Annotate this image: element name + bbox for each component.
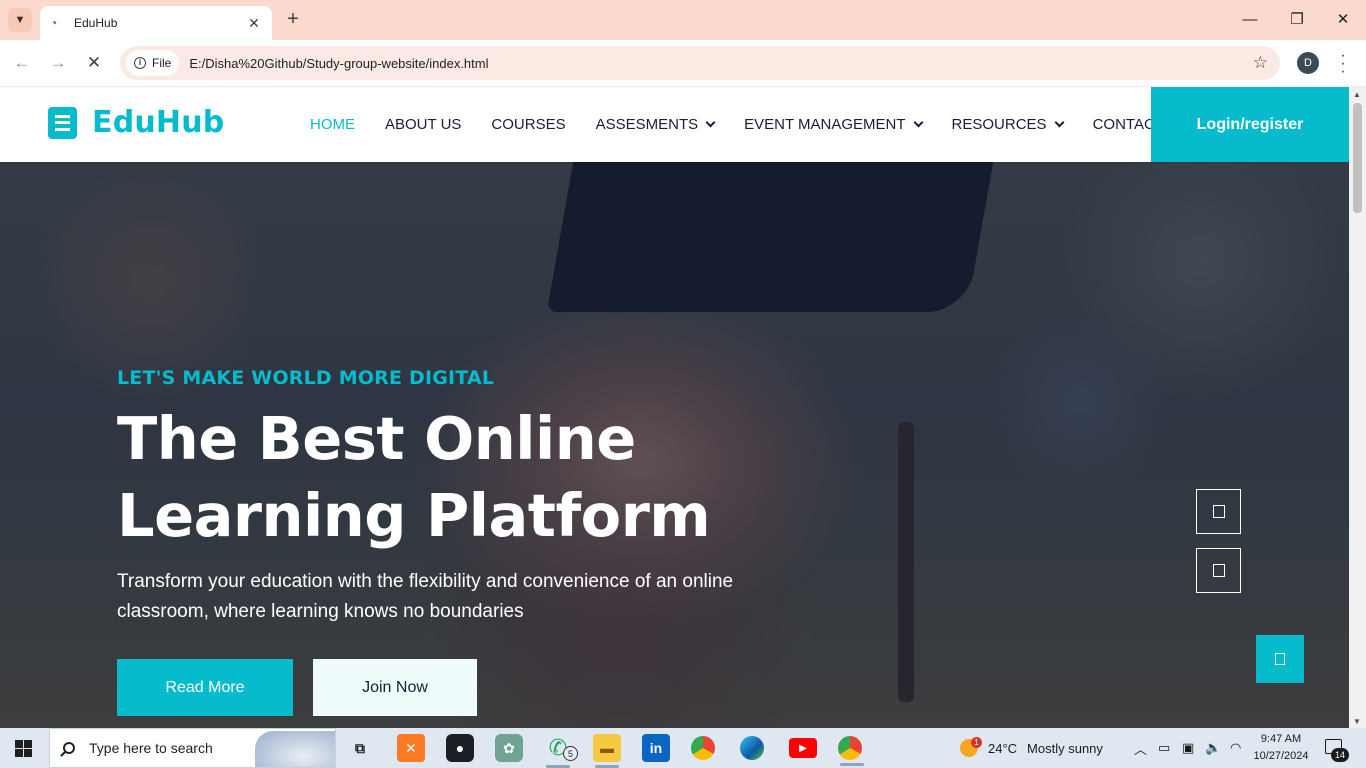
join-now-button[interactable]: Join Now <box>313 659 477 716</box>
hero-subtext: Transform your education with the flexib… <box>117 571 734 622</box>
notification-count: 14 <box>1331 748 1349 762</box>
brand-logo[interactable]: EduHub <box>48 105 224 140</box>
book-icon <box>48 106 77 139</box>
page-viewport: EduHub HOME ABOUT US COURSES ASSESMENTS … <box>0 87 1349 728</box>
taskbar-search[interactable]: Type here to search <box>49 728 336 768</box>
tab-search-button[interactable]: ▼ <box>8 8 32 32</box>
chrome-profile-icon[interactable] <box>838 736 864 766</box>
back-to-top-button[interactable] <box>1256 635 1304 683</box>
window-close-button[interactable]: ✕ <box>1323 8 1363 32</box>
wifi-icon[interactable]: ◠ <box>1230 728 1241 768</box>
profile-avatar[interactable]: D <box>1297 52 1319 74</box>
page-scrollbar[interactable]: ▲ ▼ <box>1349 87 1366 728</box>
weather-text: Mostly sunny <box>1027 740 1103 756</box>
nav-resources[interactable]: RESOURCES <box>952 116 1065 133</box>
site-info-label: File <box>152 56 172 70</box>
weather-badge: 1 <box>971 737 982 748</box>
next-arrow-icon <box>1212 564 1225 577</box>
volume-icon[interactable]: 🔈 <box>1205 728 1221 768</box>
login-register-button[interactable]: Login/register <box>1151 87 1349 162</box>
minimize-button[interactable]: — <box>1230 8 1270 32</box>
scrollbar-thumb[interactable] <box>1353 103 1362 213</box>
scroll-down-icon[interactable]: ▼ <box>1353 717 1361 726</box>
stop-loading-button[interactable]: ✕ <box>81 50 107 76</box>
scroll-up-icon[interactable]: ▲ <box>1353 90 1361 99</box>
task-view-icon[interactable]: ⧉ <box>346 734 374 762</box>
nav-home[interactable]: HOME <box>310 116 355 133</box>
youtube-icon[interactable]: ▶ <box>789 738 817 758</box>
carousel-prev-button[interactable] <box>1196 489 1241 534</box>
edge-icon[interactable] <box>740 736 764 760</box>
restore-button[interactable]: ❐ <box>1277 8 1317 32</box>
main-nav: HOME ABOUT US COURSES ASSESMENTS EVENT M… <box>310 87 1194 162</box>
clock-time: 9:47 AM <box>1260 733 1302 745</box>
url-text[interactable]: E:/Disha%20Github/Study-group-website/in… <box>189 56 1252 71</box>
search-highlight-image <box>255 731 335 767</box>
weather-widget[interactable]: 1 24°C Mostly sunny <box>960 728 1103 768</box>
meet-now-icon[interactable]: ▭ <box>1158 728 1170 768</box>
windows-start-icon[interactable] <box>15 740 32 757</box>
bookmark-star-icon[interactable]: ☆ <box>1253 53 1268 73</box>
arrow-up-icon <box>1275 653 1285 665</box>
brand-name: EduHub <box>92 105 225 140</box>
page-loading-icon: ◔ <box>50 16 58 30</box>
browser-tabstrip: ▼ ◔ EduHub ✕ + — ❐ ✕ <box>0 0 1366 40</box>
chrome-icon[interactable] <box>691 736 715 760</box>
close-tab-icon[interactable]: ✕ <box>246 15 262 32</box>
forward-button[interactable]: → <box>45 50 71 76</box>
chevron-down-icon <box>913 117 923 128</box>
battery-icon[interactable]: ▣ <box>1182 728 1194 768</box>
linkedin-icon[interactable]: in <box>642 734 670 762</box>
windows-taskbar: Type here to search ⧉ ✕ ● ✿ ✆ 5 ▬ in ▶ 1… <box>0 728 1366 768</box>
whatsapp-badge: 5 <box>563 746 578 761</box>
nav-event-management[interactable]: EVENT MANAGEMENT <box>744 116 923 133</box>
system-clock[interactable]: 9:47 AM 10/27/2024 <box>1250 731 1312 765</box>
tab-title: EduHub <box>74 16 118 30</box>
github-icon[interactable]: ● <box>446 734 474 762</box>
file-explorer-icon[interactable]: ▬ <box>593 734 621 768</box>
site-header: EduHub HOME ABOUT US COURSES ASSESMENTS … <box>0 87 1349 162</box>
chevron-down-icon <box>705 117 716 128</box>
read-more-button[interactable]: Read More <box>117 659 293 716</box>
hero-carousel: LET'S MAKE WORLD MORE DIGITAL The Best O… <box>0 162 1349 728</box>
browser-toolbar: ← → ✕ i File E:/Disha%20Github/Study-gro… <box>0 40 1366 87</box>
search-icon <box>63 742 75 754</box>
nav-about-us[interactable]: ABOUT US <box>385 116 461 133</box>
site-info-chip[interactable]: i File <box>126 50 180 76</box>
address-bar[interactable]: i File E:/Disha%20Github/Study-group-web… <box>120 46 1280 80</box>
back-button[interactable]: ← <box>9 50 35 76</box>
xampp-icon[interactable]: ✕ <box>397 734 425 762</box>
clock-date: 10/27/2024 <box>1253 750 1309 762</box>
new-tab-button[interactable]: + <box>282 8 304 32</box>
info-icon: i <box>134 57 146 69</box>
chatgpt-icon[interactable]: ✿ <box>495 734 523 762</box>
chevron-down-icon <box>1054 117 1065 128</box>
search-placeholder: Type here to search <box>89 740 213 756</box>
nav-assesments[interactable]: ASSESMENTS <box>596 116 716 133</box>
browser-tab[interactable]: ◔ EduHub ✕ <box>40 6 272 40</box>
browser-menu-icon[interactable]: · · · <box>1338 48 1348 80</box>
show-hidden-icons[interactable]: ︿ <box>1134 728 1147 768</box>
carousel-next-button[interactable] <box>1196 548 1241 593</box>
temperature: 24°C <box>988 740 1018 756</box>
prev-arrow-icon <box>1212 505 1225 518</box>
hero-eyebrow: LET'S MAKE WORLD MORE DIGITAL <box>117 367 495 389</box>
nav-courses[interactable]: COURSES <box>491 116 565 133</box>
hero-headline: The Best Online Learning Platform <box>117 404 711 550</box>
